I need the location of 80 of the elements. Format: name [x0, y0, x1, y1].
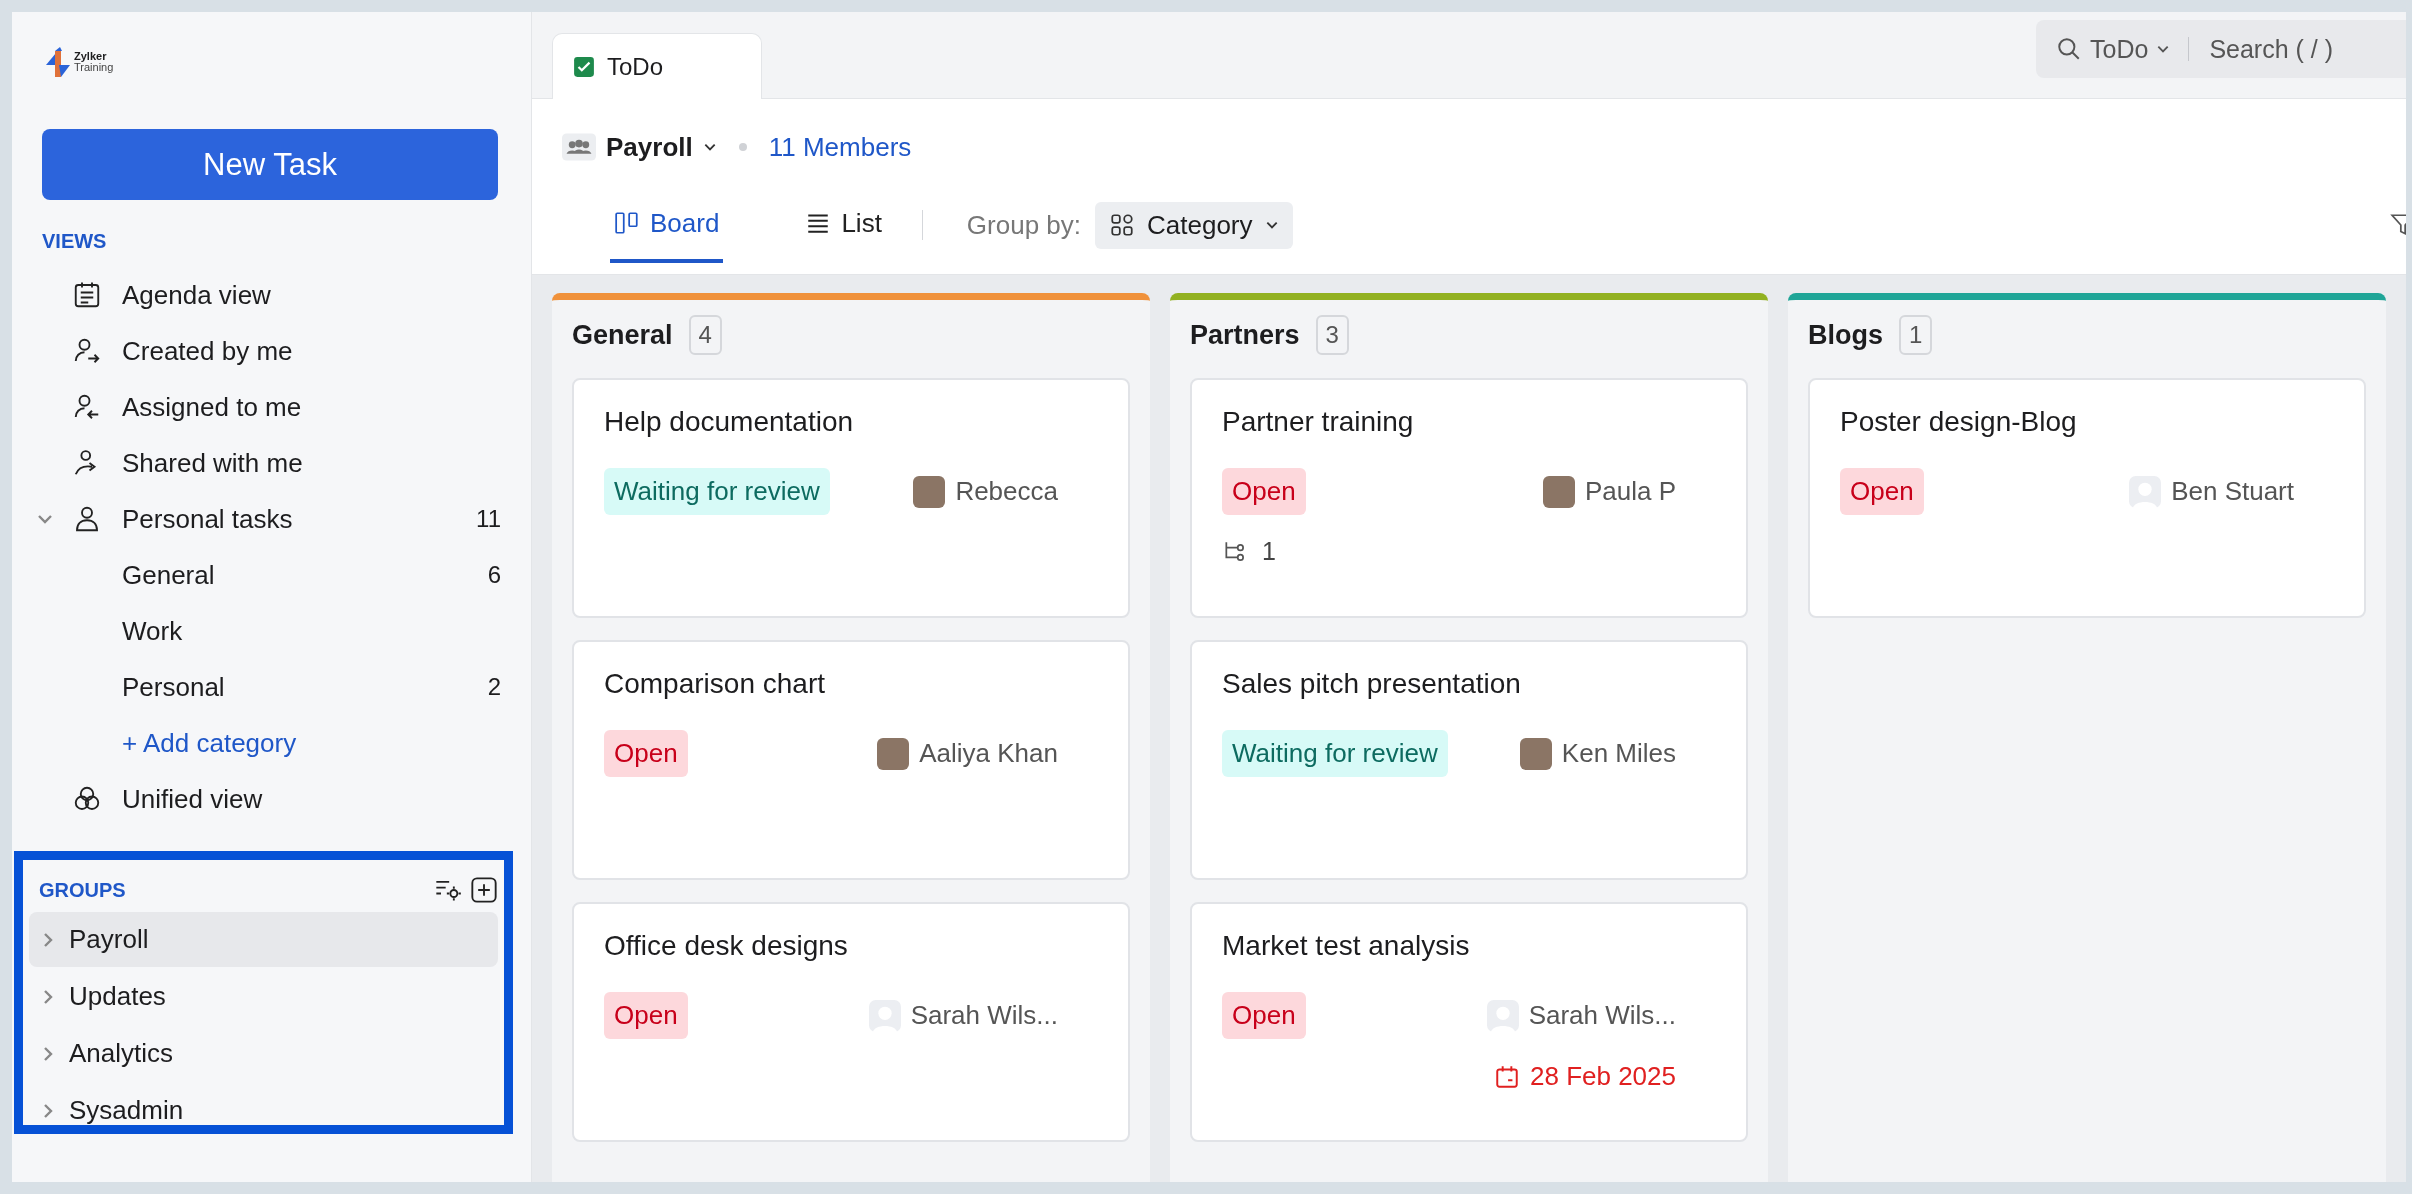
column-count: 4 — [688, 315, 722, 355]
status-badge: Open — [604, 730, 688, 777]
nav-item[interactable]: Personal tasks — [122, 503, 477, 535]
status-badge: Waiting for review — [604, 468, 830, 515]
task-title: Comparison chart — [604, 668, 826, 700]
task-title: Market test analysis — [1222, 930, 1471, 962]
group-item[interactable]: Sysadmin — [29, 1083, 498, 1125]
column-title: Blogs — [1808, 319, 1883, 351]
task-title: Help documentation — [604, 406, 855, 438]
members-link[interactable]: 11 Members — [768, 131, 912, 163]
item-count: 11 — [476, 505, 501, 533]
due-date: 28 Feb 2025 — [1530, 1061, 1676, 1092]
group-by-dropdown[interactable]: Category — [1095, 201, 1293, 249]
nav-item[interactable]: Created by me — [122, 335, 513, 367]
assignee-name: Sarah Wils... — [1528, 1000, 1676, 1031]
people-icon — [562, 133, 596, 161]
section-heading: VIEWS — [42, 230, 108, 253]
status-badge: Open — [1222, 992, 1306, 1039]
status-badge: Open — [1840, 468, 1924, 515]
group-item[interactable]: Payroll — [29, 912, 498, 967]
view-tab[interactable]: List — [801, 187, 886, 263]
logo-icon — [44, 45, 70, 79]
item-count: 2 — [487, 673, 501, 701]
group-item[interactable]: Updates — [29, 969, 498, 1024]
assignee-name: Ken Miles — [1561, 738, 1676, 769]
task-card[interactable]: Market test analysis Open Sarah Wils... 28 Feb 2025 — [1190, 902, 1748, 1142]
todo-tab[interactable]: ToDo — [552, 33, 762, 99]
add-icon[interactable] — [470, 876, 498, 904]
calendar-icon — [1494, 1063, 1520, 1090]
task-card[interactable]: Sales pitch presentation Waiting for review Ken Miles — [1190, 640, 1748, 880]
tab-label: ToDo — [607, 52, 664, 81]
column-count: 1 — [1899, 315, 1933, 355]
task-card[interactable]: Comparison chart Open Aaliya Khan — [572, 640, 1130, 880]
item-count: 6 — [487, 561, 501, 589]
assignee-name: Sarah Wils... — [910, 1000, 1058, 1031]
nav-item[interactable]: Unified view — [122, 783, 513, 815]
task-title: Sales pitch presentation — [1222, 668, 1522, 700]
search-scope[interactable]: ToDo — [2090, 34, 2149, 64]
nav-item[interactable]: Assigned to me — [122, 391, 513, 423]
task-card[interactable]: Poster design-Blog Open Ben Stuart — [1808, 378, 2366, 618]
agenda-icon — [72, 280, 102, 310]
category-item[interactable]: General — [122, 559, 488, 591]
category-item[interactable]: Work — [122, 615, 513, 647]
task-title: Partner training — [1222, 406, 1415, 438]
grid-icon — [1109, 212, 1136, 238]
subtask-count: 1 — [1262, 537, 1276, 566]
view-tab[interactable]: Board — [610, 187, 724, 263]
person-arrow-icon — [72, 336, 102, 366]
column-title: General — [572, 319, 673, 351]
status-badge: Open — [1222, 468, 1306, 515]
nav-item[interactable]: Shared with me — [122, 447, 513, 479]
checkbox-icon — [573, 55, 595, 78]
search-icon — [2056, 36, 2082, 62]
status-badge: Waiting for review — [1222, 730, 1448, 777]
logo-subtitle: Training — [74, 62, 114, 73]
column-title: Partners — [1190, 319, 1300, 351]
task-card[interactable]: Help documentation Waiting for review Rebecca — [572, 378, 1130, 618]
assignee-name: Paula P — [1584, 476, 1676, 507]
category-item[interactable]: Personal — [122, 671, 488, 703]
task-title: Office desk designs — [604, 930, 849, 962]
add-category-link[interactable]: + Add category — [122, 727, 297, 759]
group-item[interactable]: Analytics — [29, 1026, 498, 1081]
task-card[interactable]: Partner training Open Paula P 1 — [1190, 378, 1748, 618]
logo-name: Zylker — [74, 51, 107, 62]
board-columns-icon — [614, 210, 640, 236]
nav-item[interactable]: Agenda view — [122, 279, 513, 311]
assignee-name: Aaliya Khan — [919, 738, 1058, 769]
assignee-name: Ben Stuart — [2171, 476, 2294, 507]
task-title: Poster design-Blog — [1840, 406, 2078, 438]
column-count: 3 — [1315, 315, 1349, 355]
search-bar[interactable]: ToDo Search ( / ) — [2036, 20, 2406, 78]
search-field[interactable]: Search ( / ) — [2207, 33, 2372, 65]
task-card[interactable]: Office desk designs Open Sarah Wils... — [572, 902, 1130, 1142]
separator-dot — [738, 143, 747, 151]
group-name[interactable]: Payroll — [606, 131, 693, 163]
new-task-button[interactable]: New Task — [42, 129, 498, 200]
group-by-label: Group by: — [966, 209, 1082, 241]
section-heading: GROUPS — [39, 878, 126, 902]
status-badge: Open — [604, 992, 688, 1039]
assignee-name: Rebecca — [955, 476, 1058, 507]
